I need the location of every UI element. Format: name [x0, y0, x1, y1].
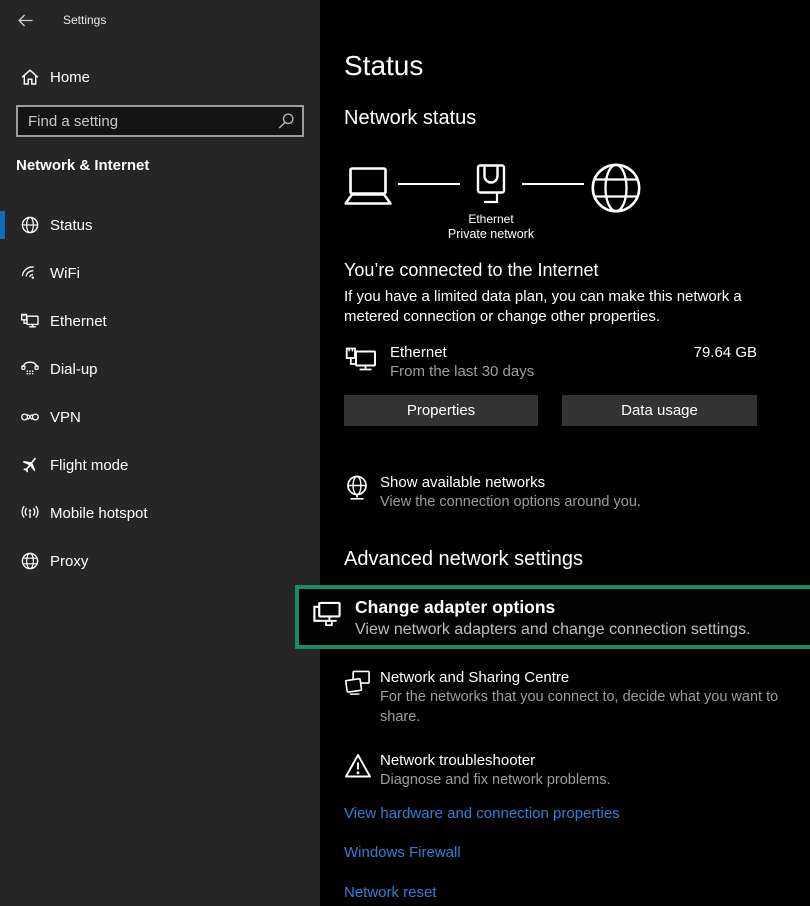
sidebar-section-title: Network & Internet [16, 157, 304, 174]
sidebar-item-label: Mobile hotspot [50, 505, 148, 522]
sidebar-item-status[interactable]: Status [0, 207, 320, 243]
link-network-reset[interactable]: Network reset [344, 884, 784, 902]
sidebar-item-home[interactable]: Home [0, 63, 320, 91]
sidebar-item-label: VPN [50, 409, 81, 426]
feature-text: Show available networks View the connect… [380, 473, 641, 512]
sidebar-item-label: Dial-up [50, 361, 98, 378]
home-label: Home [50, 69, 90, 86]
status-globe-icon [20, 215, 40, 235]
change-adapter-subtitle: View network adapters and change connect… [355, 619, 751, 640]
main-panel: Status Network status Ethernet Private n… [320, 0, 810, 906]
sidebar-item-label: WiFi [50, 265, 80, 282]
troubleshooter-subtitle: Diagnose and fix network problems. [380, 770, 611, 790]
ethernet-icon [20, 311, 40, 331]
feature-text: Change adapter options View network adap… [355, 596, 751, 640]
sidebar-item-proxy[interactable]: Proxy [0, 543, 320, 579]
app-title: Settings [63, 13, 106, 27]
network-type: Private network [391, 226, 591, 242]
search-box [16, 105, 304, 137]
show-networks-subtitle: View the connection options around you. [380, 492, 641, 512]
network-adapter-icon [311, 596, 355, 632]
airplane-icon [20, 455, 40, 475]
show-networks-title: Show available networks [380, 473, 641, 492]
advanced-settings-heading: Advanced network settings [344, 548, 784, 571]
sidebar-item-ethernet[interactable]: Ethernet [0, 303, 320, 339]
warning-triangle-icon [344, 751, 380, 780]
dialup-phone-icon [20, 359, 40, 379]
sidebar-nav: Status WiFi Ethernet Dial-up [0, 207, 320, 579]
usage-amount: 79.64 GB [694, 343, 757, 362]
link-view-hardware-properties[interactable]: View hardware and connection properties [344, 805, 784, 823]
sidebar: Settings Home Network & Internet Status [0, 0, 320, 906]
sharing-centre-title: Network and Sharing Centre [380, 668, 784, 687]
search-input[interactable] [18, 113, 302, 130]
link-windows-firewall[interactable]: Windows Firewall [344, 844, 784, 862]
advanced-item-network-troubleshooter[interactable]: Network troubleshooter Diagnose and fix … [344, 751, 784, 790]
connection-name: Ethernet [391, 212, 591, 226]
troubleshooter-title: Network troubleshooter [380, 751, 611, 770]
back-arrow-icon[interactable] [15, 10, 35, 30]
usage-period: From the last 30 days [390, 362, 534, 382]
vpn-knot-icon [20, 407, 40, 427]
ethernet-plug-icon [470, 164, 512, 210]
feature-text: Network troubleshooter Diagnose and fix … [380, 751, 611, 790]
sidebar-item-dial-up[interactable]: Dial-up [0, 351, 320, 387]
settings-window: Settings Home Network & Internet Status [0, 0, 810, 906]
sidebar-item-label: Status [50, 217, 93, 234]
ethernet-monitor-icon [344, 343, 378, 377]
advanced-item-change-adapter-options[interactable]: Change adapter options View network adap… [295, 585, 810, 649]
proxy-globe-icon [20, 551, 40, 571]
connection-line [398, 183, 460, 185]
change-adapter-title: Change adapter options [355, 596, 751, 619]
page-title: Status [344, 50, 784, 82]
sharing-monitors-icon [344, 668, 380, 699]
button-row: Properties Data usage [344, 395, 757, 426]
properties-button[interactable]: Properties [344, 395, 538, 426]
home-icon [20, 67, 40, 87]
data-usage-button[interactable]: Data usage [562, 395, 757, 426]
usage-connection-name: Ethernet [390, 343, 534, 362]
feature-text: Network and Sharing Centre For the netwo… [380, 668, 784, 727]
sidebar-item-flight-mode[interactable]: Flight mode [0, 447, 320, 483]
globe-stand-icon [344, 473, 380, 502]
wifi-icon [20, 263, 40, 283]
connected-heading: You’re connected to the Internet [344, 260, 784, 281]
internet-globe-icon [590, 162, 642, 214]
sharing-centre-subtitle: For the networks that you connect to, de… [380, 687, 784, 727]
sidebar-item-label: Proxy [50, 553, 88, 570]
network-status-heading: Network status [344, 107, 784, 130]
advanced-item-network-sharing-centre[interactable]: Network and Sharing Centre For the netwo… [344, 668, 784, 727]
connection-line [522, 183, 584, 185]
sidebar-item-wifi[interactable]: WiFi [0, 255, 320, 291]
data-usage-row: Ethernet From the last 30 days 79.64 GB [344, 343, 757, 383]
usage-text: Ethernet From the last 30 days [390, 343, 534, 382]
show-available-networks-row[interactable]: Show available networks View the connect… [344, 473, 784, 512]
connected-body: If you have a limited data plan, you can… [344, 287, 776, 326]
diagram-captions: Ethernet Private network [391, 212, 591, 242]
sidebar-item-vpn[interactable]: VPN [0, 399, 320, 435]
sidebar-item-label: Flight mode [50, 457, 128, 474]
titlebar: Settings [0, 0, 320, 30]
hotspot-antenna-icon [20, 503, 40, 523]
network-diagram: Ethernet Private network [344, 162, 757, 244]
sidebar-item-label: Ethernet [50, 313, 107, 330]
sidebar-item-mobile-hotspot[interactable]: Mobile hotspot [0, 495, 320, 531]
search-icon[interactable] [277, 112, 295, 130]
laptop-icon [344, 167, 392, 207]
